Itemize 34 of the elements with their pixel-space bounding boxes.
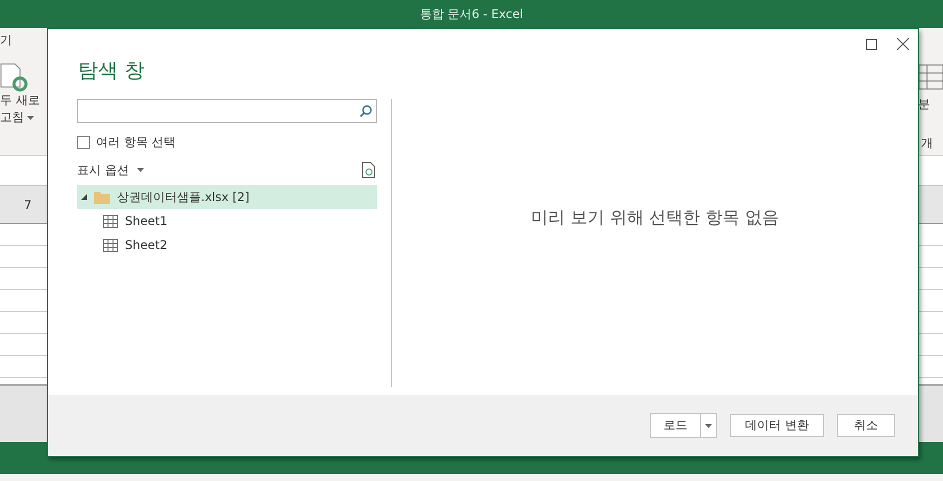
close-button[interactable]	[894, 35, 912, 53]
empty-preview-message: 미리 보기 위해 선택한 항목 없음	[530, 206, 780, 228]
tree-item[interactable]: Sheet1	[77, 209, 377, 233]
table-icon	[103, 214, 118, 228]
load-button[interactable]: 로드	[651, 414, 700, 437]
caret-icon	[27, 116, 34, 120]
search-icon	[360, 105, 372, 117]
dialog-title: 탐색 창	[78, 57, 144, 84]
dialog-button[interactable]: 데이터 변환	[730, 414, 824, 437]
checkbox[interactable]	[77, 136, 90, 149]
refresh-icon[interactable]	[362, 162, 375, 178]
load-split-button[interactable]: 로드	[650, 413, 718, 438]
button-label[interactable]: 고침	[0, 109, 24, 126]
ribbon-tab[interactable]: 기	[0, 32, 12, 48]
folder-icon	[94, 190, 110, 204]
checkbox-label[interactable]: 여러 항목 선택	[96, 134, 176, 151]
dialog-button[interactable]: 취소	[837, 414, 895, 437]
window-title: 통합 문서6 - Excel	[420, 6, 524, 22]
table-icon	[103, 238, 118, 252]
tree-item[interactable]: 상권데이터샘플.xlsx [2]	[77, 185, 377, 209]
search-field[interactable]	[77, 99, 377, 123]
display-options-button[interactable]: 표시 옵션	[77, 162, 144, 178]
table-icon[interactable]	[918, 64, 943, 90]
caret-icon	[136, 168, 144, 172]
button-label[interactable]: 분	[918, 96, 930, 113]
column-header: 7	[24, 198, 32, 212]
refresh-icon[interactable]	[0, 62, 28, 92]
maximize-icon	[866, 38, 876, 50]
expanded-triangle-icon[interactable]	[81, 194, 87, 200]
tree-item[interactable]: Sheet2	[77, 233, 377, 257]
group-label: 개	[920, 135, 933, 152]
caret-icon	[705, 424, 712, 428]
close-icon	[897, 38, 909, 50]
button-label[interactable]: 두 새로	[0, 92, 47, 109]
